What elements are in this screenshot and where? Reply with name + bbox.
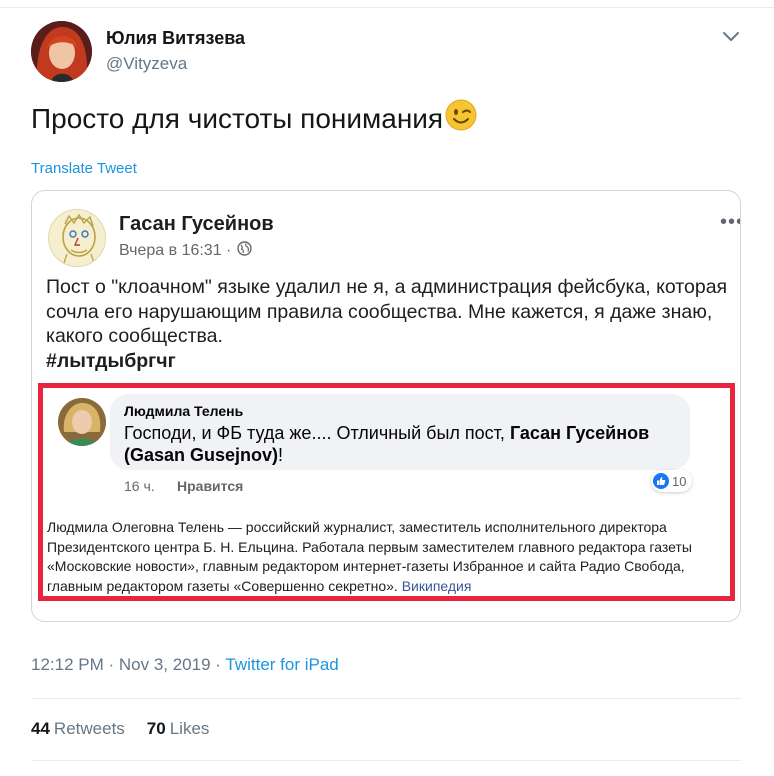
fb-post-body: Пост о "клоачном" языке удалил не я, а а… <box>46 276 728 347</box>
retweets-stat[interactable]: 44 Retweets <box>31 719 125 739</box>
comment-text: Господи, и ФБ туда же.... Отличный был п… <box>124 422 676 466</box>
tweet-date[interactable]: Nov 3, 2019 <box>119 655 211 674</box>
comment-bubble: Людмила Телень Господи, и ФБ туда же....… <box>110 394 690 470</box>
author-handle[interactable]: @Vityzeva <box>106 54 187 74</box>
comment-reactions: 10 <box>651 470 693 492</box>
winking-face-icon <box>444 98 478 132</box>
meta-separator: · <box>103 655 119 674</box>
commenter-avatar <box>58 398 106 446</box>
comment-like-link: Нравится <box>177 478 244 494</box>
comment-time: 16 ч. <box>124 478 155 494</box>
attached-image[interactable]: Гасан Гусейнов Вчера в 16:31 · ••• Пост … <box>31 190 741 622</box>
tweet-text-content: Просто для чистоты понимания <box>31 103 444 134</box>
reactions-count: 10 <box>672 473 687 489</box>
likes-count: 70 <box>146 719 166 738</box>
more-options-icon: ••• <box>720 211 740 233</box>
tweet-stats: 44 Retweets 70 Likes <box>31 719 209 739</box>
wikipedia-text: Людмила Олеговна Телень — российский жур… <box>47 519 692 594</box>
fb-author-name: Гасан Гусейнов <box>119 213 274 235</box>
top-divider <box>0 7 774 8</box>
commenter-name: Людмила Телень <box>124 403 244 419</box>
wikipedia-link: Википедия <box>401 577 472 594</box>
retweets-count: 44 <box>31 719 50 738</box>
translate-tweet-link[interactable]: Translate Tweet <box>31 160 137 177</box>
divider <box>31 698 741 699</box>
like-icon <box>653 473 669 489</box>
tweet-metadata: 12:12 PM · Nov 3, 2019 · Twitter for iPa… <box>31 655 339 675</box>
retweets-label: Retweets <box>53 719 125 738</box>
wikipedia-snippet: Людмила Олеговна Телень — российский жур… <box>47 518 727 596</box>
chevron-down-icon[interactable] <box>720 28 742 44</box>
fb-post-time: Вчера в 16:31 · <box>119 241 253 261</box>
author-avatar[interactable] <box>31 21 92 82</box>
fb-post-time-text: Вчера в 16:31 · <box>119 242 232 259</box>
fb-post-text: Пост о "клоачном" языке удалил не я, а а… <box>46 275 736 373</box>
author-name[interactable]: Юлия Витязева <box>106 28 245 49</box>
likes-label: Likes <box>169 719 210 738</box>
likes-stat[interactable]: 70 Likes <box>147 719 210 739</box>
divider <box>31 760 741 761</box>
globe-icon <box>237 241 253 261</box>
highlight-frame: Людмила Телень Господи, и ФБ туда же....… <box>38 383 735 601</box>
tweet-text: Просто для чистоты понимания <box>31 98 478 135</box>
tweet-time[interactable]: 12:12 PM <box>31 655 104 674</box>
comment-text-before: Господи, и ФБ туда же.... Отличный был п… <box>124 423 510 443</box>
fb-post-hashtag: #лытдыбргчг <box>46 349 176 372</box>
comment-text-after: ! <box>278 445 284 465</box>
fb-author-avatar <box>48 209 106 267</box>
tweet-source[interactable]: Twitter for iPad <box>225 655 338 674</box>
meta-separator: · <box>210 655 226 674</box>
